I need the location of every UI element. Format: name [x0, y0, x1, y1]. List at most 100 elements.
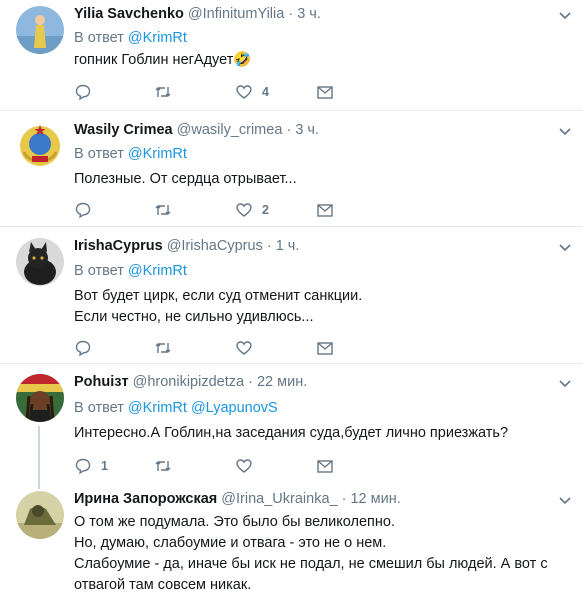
- chevron-down-icon[interactable]: [557, 493, 573, 509]
- chevron-down-icon[interactable]: [557, 124, 573, 140]
- cat-avatar-icon: [16, 238, 64, 286]
- tweet-actions: 4: [74, 82, 354, 102]
- like-button[interactable]: 2: [235, 200, 269, 220]
- reply-button[interactable]: [74, 200, 101, 220]
- reply-prefix: В ответ: [74, 30, 124, 46]
- tweet[interactable]: Ирина Запорожская @Irina_Ukrainka_ · 12 …: [0, 482, 583, 596]
- avatar[interactable]: [16, 374, 64, 422]
- reply-context: В ответ @KrimRt: [74, 263, 187, 279]
- retweet-button[interactable]: [154, 82, 181, 102]
- rasta-avatar-icon: [16, 374, 64, 422]
- tweet-text: Вот будет цирк, если суд отменит санкции…: [74, 286, 362, 328]
- retweet-button[interactable]: [154, 200, 181, 220]
- tweet-actions: 1: [74, 456, 354, 476]
- retweet-button[interactable]: [154, 456, 181, 476]
- retweet-button[interactable]: [154, 338, 181, 358]
- retweet-icon: [155, 461, 171, 471]
- tweet-header: Wasily Crimea @wasily_crimea · 3 ч.: [74, 122, 319, 138]
- reply-button[interactable]: [74, 338, 101, 358]
- reply-context: В ответ @KrimRt: [74, 146, 187, 162]
- author-name[interactable]: IrishaCyprus: [74, 238, 163, 254]
- reply-prefix: В ответ: [74, 400, 124, 416]
- mention-link[interactable]: @KrimRt: [128, 146, 187, 162]
- tweet[interactable]: Yilia Savchenko @InfinitumYilia · 3 ч. В…: [0, 0, 583, 110]
- avatar[interactable]: [16, 491, 64, 539]
- sphinx-avatar-icon: [16, 491, 64, 539]
- avatar[interactable]: [16, 6, 64, 54]
- tweet-line: отвагой там совсем никак.: [74, 577, 252, 593]
- timestamp[interactable]: 3 ч.: [297, 6, 321, 22]
- tweet-text: О том же подумала. Это было бы великолеп…: [74, 512, 548, 596]
- heart-icon: [236, 203, 252, 217]
- reply-prefix: В ответ: [74, 146, 124, 162]
- mention-link[interactable]: @KrimRt: [128, 263, 187, 279]
- reply-button[interactable]: [74, 82, 101, 102]
- tweet-line: Но, думаю, слабоумие и отвага - это не о…: [74, 535, 387, 551]
- avatar[interactable]: [16, 122, 64, 170]
- tweet[interactable]: Pohuiзт @hronikipizdetza · 22 мин. В отв…: [0, 364, 583, 482]
- author-name[interactable]: Ирина Запорожская: [74, 491, 217, 507]
- retweet-icon: [155, 343, 171, 353]
- like-button[interactable]: [235, 456, 262, 476]
- direct-message-button[interactable]: [316, 456, 334, 476]
- ussr-emblem-avatar-icon: [16, 122, 64, 170]
- thread-line: [38, 482, 40, 489]
- mention-link[interactable]: @LyapunovS: [191, 400, 278, 416]
- author-handle[interactable]: @wasily_crimea: [177, 122, 283, 138]
- tweet-line: Вот будет цирк, если суд отменит санкции…: [74, 288, 363, 304]
- mention-link[interactable]: @KrimRt: [128, 30, 187, 46]
- tweet-text: гопник Гоблин негАдует🤣: [74, 50, 251, 71]
- chevron-down-icon[interactable]: [557, 8, 573, 24]
- author-handle[interactable]: @hronikipizdetza: [133, 374, 244, 390]
- retweet-icon: [155, 87, 171, 97]
- envelope-icon: [317, 86, 333, 99]
- separator: ·: [288, 6, 294, 22]
- reply-icon: [75, 84, 91, 101]
- tweet-header: Pohuiзт @hronikipizdetza · 22 мин.: [74, 374, 307, 390]
- heart-icon: [236, 85, 252, 99]
- heart-icon: [236, 459, 252, 473]
- timestamp[interactable]: 1 ч.: [276, 238, 300, 254]
- direct-message-button[interactable]: [316, 200, 334, 220]
- tweet-header: IrishaCyprus @IrishaCyprus · 1 ч.: [74, 238, 299, 254]
- chevron-down-icon[interactable]: [557, 240, 573, 256]
- author-name[interactable]: Pohuiзт: [74, 374, 129, 390]
- envelope-icon: [317, 204, 333, 217]
- tweet[interactable]: Wasily Crimea @wasily_crimea · 3 ч. В от…: [0, 111, 583, 226]
- tweet-header: Yilia Savchenko @InfinitumYilia · 3 ч.: [74, 6, 321, 22]
- avatar[interactable]: [16, 238, 64, 286]
- reply-icon: [75, 202, 91, 219]
- mention-link[interactable]: @KrimRt: [128, 400, 187, 416]
- like-button[interactable]: [235, 338, 262, 358]
- separator: ·: [248, 374, 253, 390]
- tweet-line: О том же подумала. Это было бы великолеп…: [74, 514, 396, 530]
- timestamp[interactable]: 3 ч.: [295, 122, 319, 138]
- author-handle[interactable]: @Irina_Ukrainka_: [221, 491, 337, 507]
- author-name[interactable]: Yilia Savchenko: [74, 6, 184, 22]
- tweet-header: Ирина Запорожская @Irina_Ukrainka_ · 12 …: [74, 491, 401, 507]
- timestamp[interactable]: 12 мин.: [350, 491, 400, 507]
- tweet-text: Интересно.А Гоблин,на заседания суда,буд…: [74, 423, 508, 444]
- tweet-line: Интересно.А Гоблин,на заседания суда,буд…: [74, 425, 509, 441]
- heart-icon: [236, 341, 252, 355]
- author-handle[interactable]: @IrishaCyprus: [167, 238, 263, 254]
- chevron-down-icon[interactable]: [557, 376, 573, 392]
- tweet[interactable]: IrishaCyprus @IrishaCyprus · 1 ч. В отве…: [0, 227, 583, 363]
- separator: ·: [266, 238, 272, 254]
- author-handle[interactable]: @InfinitumYilia: [188, 6, 284, 22]
- tweet-actions: [74, 338, 354, 358]
- reply-context: В ответ @KrimRt: [74, 30, 187, 46]
- tweet-line: Слабоумие - да, иначе бы иск не подал, н…: [74, 556, 548, 572]
- direct-message-button[interactable]: [316, 82, 334, 102]
- envelope-icon: [317, 460, 333, 473]
- tweet-actions: 2: [74, 200, 354, 220]
- timestamp[interactable]: 22 мин.: [257, 374, 307, 390]
- like-button[interactable]: 4: [235, 82, 269, 102]
- reply-prefix: В ответ: [74, 263, 124, 279]
- retweet-icon: [155, 205, 171, 215]
- reply-button[interactable]: 1: [74, 456, 108, 476]
- direct-message-button[interactable]: [316, 338, 334, 358]
- reply-icon: [75, 458, 91, 475]
- author-name[interactable]: Wasily Crimea: [74, 122, 173, 138]
- envelope-icon: [317, 342, 333, 355]
